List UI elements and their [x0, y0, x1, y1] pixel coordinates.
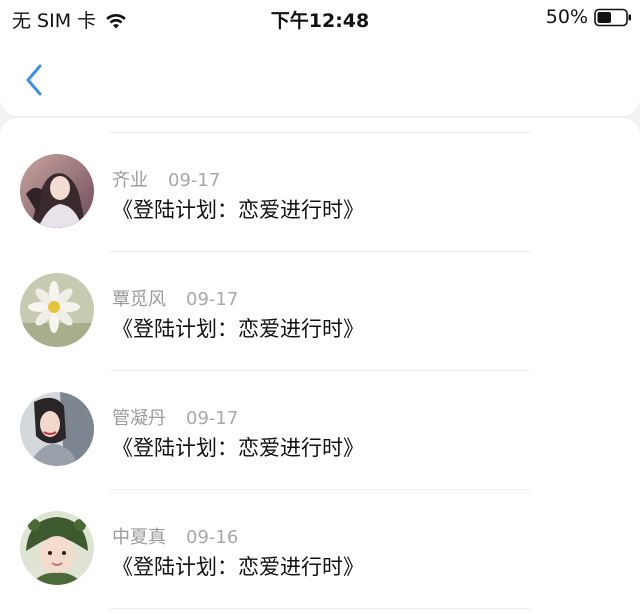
status-right: 50% [546, 6, 632, 28]
comment-date: 09-17 [168, 170, 221, 191]
commenter-name: 齐业 [112, 170, 148, 191]
item-divider [110, 608, 530, 609]
comment-meta: 覃觅风 09-17 [112, 285, 238, 311]
comment-date: 09-16 [186, 527, 239, 548]
back-chevron-icon[interactable] [20, 62, 50, 98]
list-item[interactable]: 覃觅风 09-17 《登陆计划：恋爱进行时》 [0, 237, 640, 371]
nav-bar [0, 36, 640, 116]
daisy-flower-avatar [20, 273, 94, 347]
comment-date: 09-17 [186, 408, 239, 429]
list-item[interactable]: 齐业 09-17 《登陆计划：恋爱进行时》 [0, 118, 640, 252]
comment-title: 《登陆计划：恋爱进行时》 [112, 317, 364, 341]
status-bar: 无 SIM 卡 下午12:48 50% [0, 0, 640, 36]
comment-title: 《登陆计划：恋爱进行时》 [112, 198, 364, 222]
list-item[interactable]: 管凝丹 09-17 《登陆计划：恋爱进行时》 [0, 356, 640, 490]
commenter-name: 中夏真 [112, 527, 166, 548]
child-hat-avatar [20, 511, 94, 585]
commenter-name: 覃觅风 [112, 289, 166, 310]
comment-list: 齐业 09-17 《登陆计划：恋爱进行时》 覃觅风 09-17 《登陆计划：恋爱… [0, 118, 640, 615]
comment-title: 《登陆计划：恋爱进行时》 [112, 436, 364, 460]
comment-title: 《登陆计划：恋爱进行时》 [112, 555, 364, 579]
comment-meta: 中夏真 09-16 [112, 523, 238, 549]
anime-girl-avatar [20, 154, 94, 228]
commenter-name: 管凝丹 [112, 408, 166, 429]
status-time: 下午12:48 [270, 10, 370, 32]
comment-meta: 管凝丹 09-17 [112, 404, 238, 430]
screen: 无 SIM 卡 下午12:48 50% 齐业 09-17 《登陆计划：恋爱进行时… [0, 0, 640, 615]
battery-percent: 50% [545, 6, 588, 28]
comment-date: 09-17 [186, 289, 239, 310]
battery-icon [594, 8, 631, 26]
comment-meta: 齐业 09-17 [112, 166, 220, 192]
woman-portrait-avatar [20, 392, 94, 466]
list-item[interactable]: 中夏真 09-16 《登陆计划：恋爱进行时》 [0, 475, 640, 609]
